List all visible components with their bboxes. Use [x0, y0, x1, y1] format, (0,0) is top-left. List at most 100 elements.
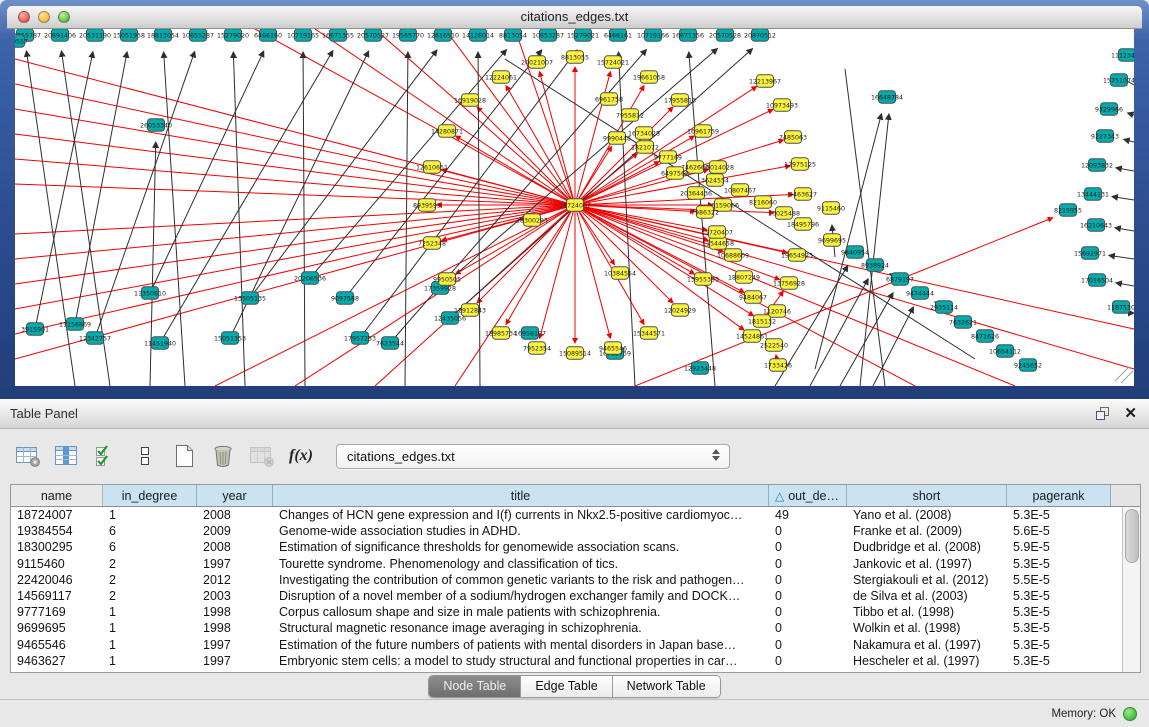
graph-node[interactable]: 6466161: [604, 29, 632, 41]
graph-node[interactable]: 16958107: [514, 327, 546, 339]
graph-node[interactable]: 15051353: [214, 332, 246, 344]
graph-node[interactable]: 18495796: [787, 218, 819, 230]
graph-edge[interactable]: [445, 29, 575, 205]
column-header-out_de[interactable]: △out_de…: [769, 485, 847, 506]
graph-edge[interactable]: [1116, 283, 1134, 286]
graph-node[interactable]: 7632621: [949, 316, 977, 328]
table-row[interactable]: 1872400712008Changes of HCN gene express…: [11, 507, 1140, 523]
table-row[interactable]: 1830029562008Estimation of significance …: [11, 539, 1140, 555]
graph-node[interactable]: 20531190: [79, 29, 111, 41]
graph-node[interactable]: 18985734: [485, 327, 517, 339]
graph-node[interactable]: 8813055: [561, 51, 589, 63]
graph-node[interactable]: 11156869: [59, 318, 91, 330]
graph-node[interactable]: 2935114: [930, 301, 958, 313]
scrollbar-thumb[interactable]: [1125, 509, 1139, 563]
graph-node[interactable]: 7955812: [616, 109, 644, 121]
graph-node[interactable]: 15955393: [687, 273, 719, 285]
graph-node[interactable]: 10719165: [287, 29, 319, 41]
graph-edge[interactable]: [840, 293, 893, 386]
graph-node[interactable]: 12213967: [749, 75, 781, 87]
graph-edge[interactable]: [575, 205, 1134, 369]
table-selector-dropdown[interactable]: citations_edges.txt: [336, 444, 730, 469]
resize-grip-icon[interactable]: [1115, 367, 1133, 383]
graph-edge[interactable]: [1109, 255, 1134, 259]
close-window-button[interactable]: [18, 11, 30, 23]
graph-node[interactable]: 9840954: [841, 246, 869, 258]
graph-node[interactable]: 18813054: [147, 29, 179, 41]
graph-node[interactable]: 20570527: [357, 29, 389, 41]
graph-node[interactable]: 9474444: [906, 287, 934, 299]
graph-node[interactable]: 20870512: [744, 29, 776, 41]
table-row[interactable]: 977716911998Corpus callosum shape and si…: [11, 604, 1140, 620]
graph-node[interactable]: 10973493: [766, 99, 798, 111]
toggle-panel-icon[interactable]: [131, 443, 159, 469]
graph-node[interactable]: 8939595: [413, 199, 441, 211]
graph-edge[interactable]: [15, 205, 575, 259]
graph-node[interactable]: 15089514: [559, 347, 591, 359]
graph-edge[interactable]: [810, 279, 868, 386]
graph-node[interactable]: 18300295: [516, 214, 548, 226]
graph-node[interactable]: 12975125: [784, 158, 816, 170]
graph-edge[interactable]: [1115, 228, 1134, 231]
graph-node[interactable]: 15724021: [597, 56, 629, 68]
graph-node[interactable]: 11123407: [1111, 49, 1134, 61]
graph-edge[interactable]: [35, 52, 93, 329]
column-header-title[interactable]: title: [273, 485, 769, 506]
graph-node[interactable]: 10688609: [717, 249, 749, 261]
graph-node[interactable]: 13505135: [234, 292, 266, 304]
graph-node[interactable]: 9329966: [1095, 103, 1123, 115]
graph-node[interactable]: 16961759: [687, 125, 719, 137]
graph-node[interactable]: 15279020: [217, 29, 249, 41]
graph-edge[interactable]: [345, 50, 542, 298]
graph-node[interactable]: 14280871: [431, 125, 463, 137]
column-header-name[interactable]: name: [11, 485, 103, 506]
graph-edge[interactable]: [456, 205, 575, 274]
graph-node[interactable]: 10653287: [532, 29, 564, 41]
graph-node[interactable]: 8216060: [749, 196, 777, 208]
graph-node[interactable]: 19565770: [392, 29, 424, 41]
table-vertical-scrollbar[interactable]: [1122, 507, 1140, 672]
graph-node[interactable]: 17016504: [1081, 274, 1113, 286]
graph-node[interactable]: 9990448: [603, 132, 631, 144]
graph-node[interactable]: 9699695: [818, 234, 846, 246]
graph-node[interactable]: 7485063: [779, 131, 807, 143]
table-row[interactable]: 911546021997Tourette syndrome. Phenomeno…: [11, 556, 1140, 572]
graph-node[interactable]: 19661058: [633, 71, 665, 83]
new-table-icon[interactable]: [170, 443, 198, 469]
tab-edge-table[interactable]: Edge Table: [520, 676, 611, 697]
graph-node[interactable]: 16210643: [1080, 219, 1112, 231]
graph-node[interactable]: 9097588: [331, 292, 359, 304]
network-canvas[interactable]: 16055787 20691406 20531190 15051958 1881…: [15, 29, 1134, 386]
table-row[interactable]: 946362711997Embryonic stem cells: a mode…: [11, 653, 1140, 669]
graph-node[interactable]: 16671356: [672, 29, 704, 41]
graph-node[interactable]: 10719166: [637, 29, 669, 41]
graph-node[interactable]: 14128014: [462, 29, 494, 41]
table-row[interactable]: 1938455462009Genome-wide association stu…: [11, 523, 1140, 539]
graph-node[interactable]: 1733426: [764, 359, 792, 371]
memory-status-led[interactable]: [1123, 707, 1137, 721]
select-rows-icon[interactable]: [92, 443, 120, 469]
graph-node[interactable]: 15051958: [113, 29, 145, 41]
table-row[interactable]: 969969511998Structural magnetic resonanc…: [11, 620, 1140, 636]
graph-node[interactable]: 17955813: [664, 94, 696, 106]
graph-node[interactable]: 3915901: [21, 323, 49, 335]
graph-node[interactable]: 3624554: [701, 174, 729, 186]
graph-node[interactable]: 9484067: [739, 291, 767, 303]
graph-node[interactable]: 20691406: [44, 29, 76, 41]
graph-node[interactable]: 14524861: [736, 330, 768, 342]
graph-node[interactable]: 16648784: [871, 91, 903, 103]
graph-edge[interactable]: [1116, 168, 1134, 171]
graph-edge[interactable]: [1128, 113, 1134, 115]
network-window-titlebar[interactable]: citations_edges.txt: [7, 6, 1142, 29]
graph-edge[interactable]: [26, 51, 75, 386]
graph-node[interactable]: 7623544: [376, 337, 404, 349]
column-visibility-icon[interactable]: [53, 443, 81, 469]
graph-node[interactable]: 9463627: [789, 188, 817, 200]
graph-node[interactable]: 11451940: [144, 337, 176, 349]
graph-node[interactable]: 11350610: [134, 287, 166, 299]
graph-edge[interactable]: [215, 205, 575, 386]
graph-node[interactable]: 15720407: [701, 226, 733, 238]
column-header-year[interactable]: year: [197, 485, 273, 506]
graph-node[interactable]: 9777169: [654, 151, 682, 163]
table-row[interactable]: 2242004622012Investigating the contribut…: [11, 572, 1140, 588]
